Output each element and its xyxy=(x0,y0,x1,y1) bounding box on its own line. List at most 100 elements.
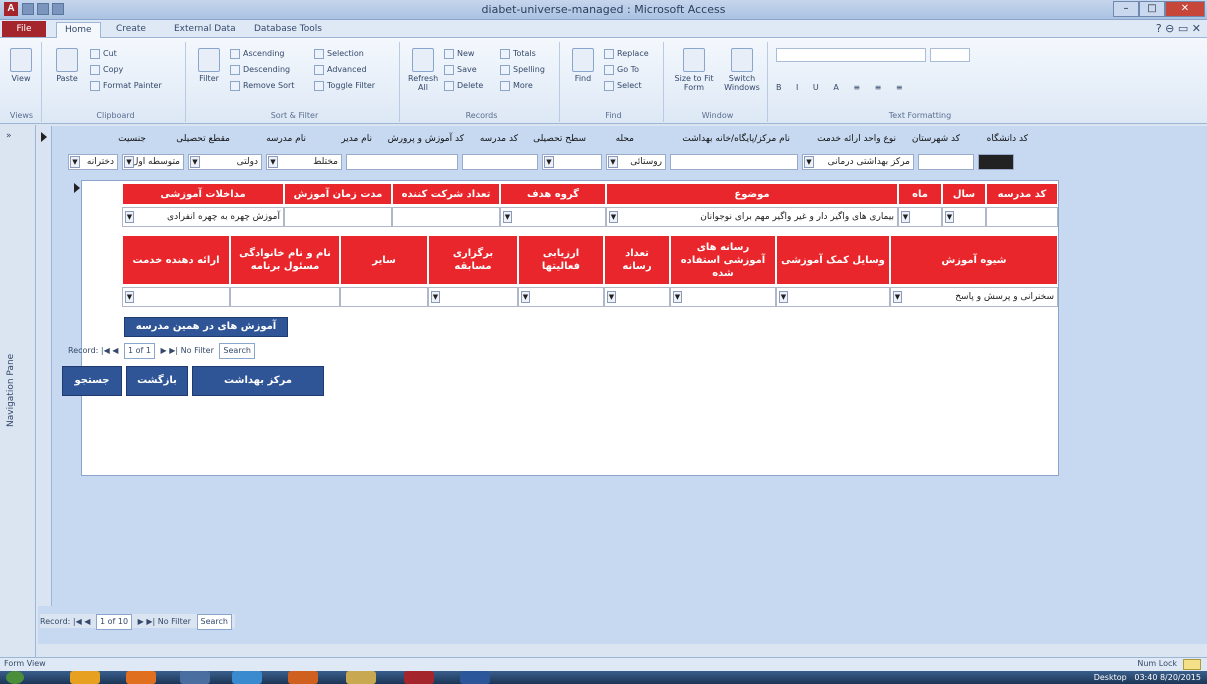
dropdown-arrow-icon[interactable]: ▼ xyxy=(893,291,902,303)
dropdown-arrow-icon[interactable]: ▼ xyxy=(544,156,554,168)
duration-cell[interactable] xyxy=(284,207,392,227)
dropdown-arrow-icon[interactable]: ▼ xyxy=(945,211,954,223)
search-box[interactable]: Search xyxy=(219,343,255,359)
dropdown-arrow-icon[interactable]: ▼ xyxy=(804,156,814,168)
education-level-combo[interactable]: ▼ xyxy=(542,154,602,170)
dropdown-arrow-icon[interactable]: ▼ xyxy=(125,211,134,223)
outlook-icon[interactable] xyxy=(288,671,318,684)
filter-button[interactable]: Filter xyxy=(194,48,224,83)
view-button[interactable]: View xyxy=(6,48,36,83)
select-button[interactable]: Select xyxy=(604,80,642,92)
toggle-filter-button[interactable]: Toggle Filter xyxy=(314,80,375,92)
target-group-cell[interactable]: ▼ xyxy=(500,207,606,227)
prev-record-button[interactable]: ◀ xyxy=(112,346,118,355)
maximize-button[interactable]: □ xyxy=(1139,1,1165,17)
dropdown-arrow-icon[interactable]: ▼ xyxy=(190,156,200,168)
font-name-combo[interactable] xyxy=(776,48,926,62)
format-buttons[interactable]: B I U A ≡ ≡ ≡ xyxy=(776,82,909,94)
form-next-record-button[interactable]: ▶ xyxy=(138,617,144,626)
remove-sort-button[interactable]: Remove Sort xyxy=(230,80,294,92)
gender-combo[interactable]: دخترانه ▼ xyxy=(68,154,118,170)
city-code-field[interactable] xyxy=(918,154,974,170)
area-type-combo[interactable]: روستائی ▼ xyxy=(606,154,666,170)
school-type-combo[interactable]: دولتی ▼ xyxy=(188,154,262,170)
switch-windows-button[interactable]: Switch Windows xyxy=(720,48,764,92)
last-record-button[interactable]: ▶| xyxy=(169,346,178,355)
shutter-bar-icon[interactable]: » xyxy=(6,131,12,141)
media-count-cell[interactable]: ▼ xyxy=(604,287,670,307)
copy-button[interactable]: Copy xyxy=(90,64,123,76)
size-to-fit-button[interactable]: Size to Fit Form xyxy=(674,48,714,92)
firefox-icon[interactable] xyxy=(126,671,156,684)
school-code-field[interactable] xyxy=(462,154,538,170)
dropdown-arrow-icon[interactable]: ▼ xyxy=(901,211,910,223)
selection-button[interactable]: Selection xyxy=(314,48,364,60)
current-record-field[interactable]: 1 of 1 xyxy=(124,343,155,359)
word-icon[interactable] xyxy=(460,671,490,684)
navigation-pane[interactable]: » Navigation Pane xyxy=(0,125,36,657)
topic-cell[interactable]: بیماری های واگیر دار و غیر واگیر مهم برا… xyxy=(606,207,898,227)
minimize-button[interactable]: – xyxy=(1113,1,1139,17)
save-record-button[interactable]: Save xyxy=(444,64,477,76)
form-view-icon[interactable] xyxy=(1183,659,1201,670)
no-filter-indicator[interactable]: No Filter xyxy=(181,346,214,355)
first-record-button[interactable]: |◀ xyxy=(101,346,110,355)
dropdown-arrow-icon[interactable]: ▼ xyxy=(779,291,788,303)
form-prev-record-button[interactable]: ◀ xyxy=(84,617,90,626)
close-button[interactable]: ✕ xyxy=(1165,1,1205,17)
tab-database-tools[interactable]: Database Tools xyxy=(246,22,330,38)
dropdown-arrow-icon[interactable]: ▼ xyxy=(70,156,80,168)
other-cell[interactable] xyxy=(340,287,428,307)
media-icon[interactable] xyxy=(180,671,210,684)
center-name-combo[interactable] xyxy=(670,154,798,170)
dropdown-arrow-icon[interactable]: ▼ xyxy=(431,291,440,303)
back-button[interactable]: بازگشت xyxy=(126,366,188,396)
dropdown-arrow-icon[interactable]: ▼ xyxy=(609,211,618,223)
participants-cell[interactable] xyxy=(392,207,500,227)
form-first-record-button[interactable]: |◀ xyxy=(73,617,82,626)
font-size-combo[interactable] xyxy=(930,48,970,62)
school-trainings-button[interactable]: آموزش های در همین مدرسه xyxy=(124,317,288,337)
media-used-cell[interactable]: ▼ xyxy=(670,287,776,307)
find-button[interactable]: Find xyxy=(568,48,598,83)
more-button[interactable]: More xyxy=(500,80,533,92)
tab-external-data[interactable]: External Data xyxy=(166,22,244,38)
explorer-icon[interactable] xyxy=(346,671,376,684)
contest-cell[interactable]: ▼ xyxy=(428,287,518,307)
provider-cell[interactable]: ▼ xyxy=(122,287,230,307)
dropdown-arrow-icon[interactable]: ▼ xyxy=(521,291,530,303)
form-search-box[interactable]: Search xyxy=(196,614,232,630)
replace-button[interactable]: Replace xyxy=(604,48,649,60)
intervention-cell[interactable]: آموزش چهره به چهره انفرادی ▼ xyxy=(122,207,284,227)
record-selector[interactable] xyxy=(38,126,52,606)
next-record-button[interactable]: ▶ xyxy=(161,346,167,355)
tab-home[interactable]: Home xyxy=(56,22,101,38)
teaching-aids-cell[interactable]: ▼ xyxy=(776,287,890,307)
responsible-cell[interactable] xyxy=(230,287,340,307)
dropdown-arrow-icon[interactable]: ▼ xyxy=(607,291,616,303)
chrome-icon[interactable] xyxy=(70,671,100,684)
dropdown-arrow-icon[interactable]: ▼ xyxy=(608,156,618,168)
dropdown-arrow-icon[interactable]: ▼ xyxy=(673,291,682,303)
refresh-all-button[interactable]: Refresh All xyxy=(408,48,438,92)
service-unit-type-combo[interactable]: مرکز بهداشتی درمانی ▼ xyxy=(802,154,914,170)
access-taskbar-icon[interactable] xyxy=(404,671,434,684)
grade-combo[interactable]: متوسطه اول ▼ xyxy=(122,154,184,170)
descending-button[interactable]: Descending xyxy=(230,64,290,76)
form-current-record-field[interactable]: 1 of 10 xyxy=(96,614,133,630)
goto-button[interactable]: Go To xyxy=(604,64,639,76)
dropdown-arrow-icon[interactable]: ▼ xyxy=(503,211,512,223)
university-code-field[interactable] xyxy=(978,154,1014,170)
dropdown-arrow-icon[interactable]: ▼ xyxy=(268,156,278,168)
spelling-button[interactable]: Spelling xyxy=(500,64,545,76)
totals-button[interactable]: Totals xyxy=(500,48,536,60)
new-record-button[interactable]: New xyxy=(444,48,474,60)
dropdown-arrow-icon[interactable]: ▼ xyxy=(125,291,134,303)
form-last-record-button[interactable]: ▶| xyxy=(146,617,155,626)
form-no-filter-indicator[interactable]: No Filter xyxy=(158,617,191,626)
ie-icon[interactable] xyxy=(232,671,262,684)
year-cell[interactable]: ▼ xyxy=(942,207,986,227)
tab-create[interactable]: Create xyxy=(108,22,154,38)
help-icon[interactable]: ? ⊖ ▭ ✕ xyxy=(1156,22,1201,35)
activity-eval-cell[interactable]: ▼ xyxy=(518,287,604,307)
